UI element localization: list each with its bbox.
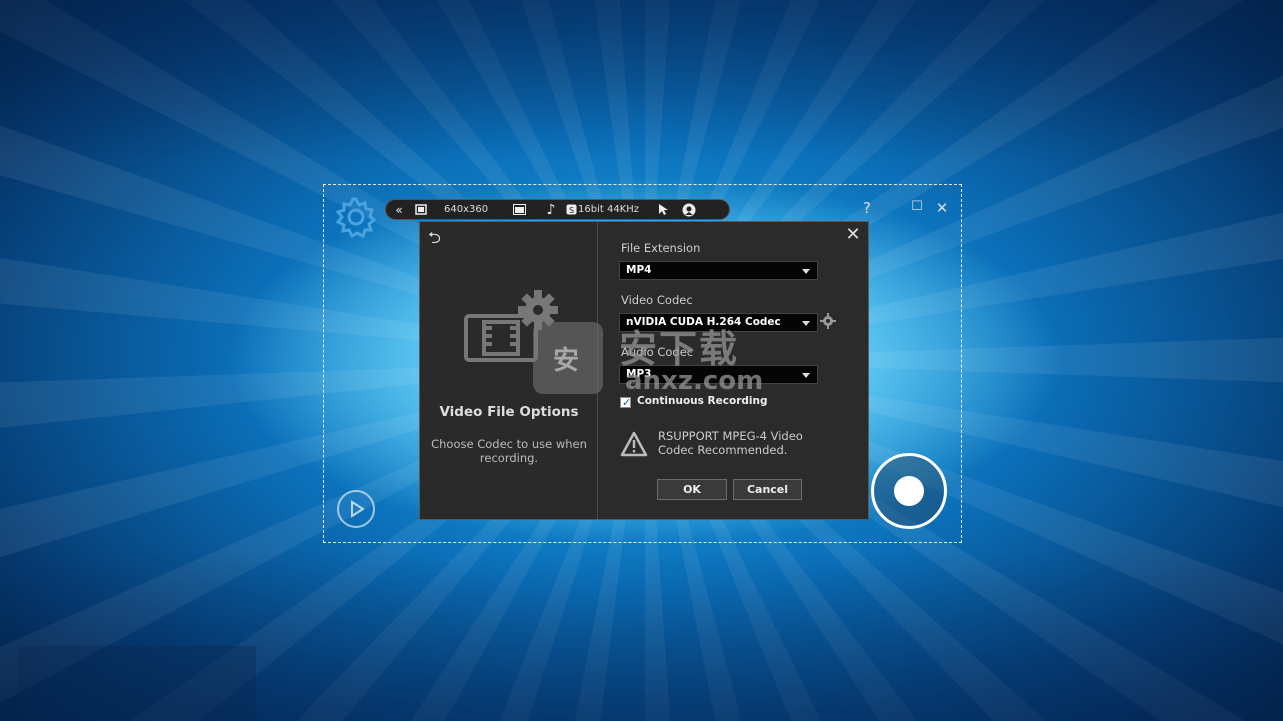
- codec-settings-gear-icon[interactable]: [820, 313, 836, 329]
- video-codec-value: nVIDIA CUDA H.264 Codec: [626, 316, 781, 328]
- chevron-down-icon: [802, 269, 810, 274]
- record-button[interactable]: [871, 453, 947, 529]
- file-extension-label: File Extension: [621, 241, 701, 255]
- dialog-divider: [597, 222, 598, 519]
- music-note-icon[interactable]: ♪: [540, 202, 562, 218]
- dialog-close-button[interactable]: ✕: [844, 226, 862, 244]
- resolution-text[interactable]: 640x360: [444, 204, 504, 215]
- warning-icon: [620, 431, 648, 457]
- play-button[interactable]: [337, 490, 375, 528]
- record-dot-icon: [894, 476, 924, 506]
- file-extension-select[interactable]: MP4: [619, 261, 818, 280]
- collapse-icon[interactable]: «: [388, 203, 410, 217]
- audio-source-icon[interactable]: S: [564, 204, 578, 215]
- video-codec-label: Video Codec: [621, 293, 693, 307]
- ok-button[interactable]: OK: [657, 479, 727, 500]
- cursor-icon[interactable]: [652, 203, 674, 216]
- video-codec-select[interactable]: nVIDIA CUDA H.264 Codec: [619, 313, 818, 332]
- audio-codec-select[interactable]: MP3: [619, 365, 818, 384]
- continuous-recording-checkbox[interactable]: ✓: [620, 396, 632, 409]
- left-panel-title: Video File Options: [439, 404, 579, 420]
- back-arrow-icon[interactable]: ⮌: [428, 227, 448, 247]
- svg-text:S: S: [569, 206, 574, 215]
- codec-recommendation-text: RSUPPORT MPEG-4 Video Codec Recommended.: [658, 429, 803, 457]
- cancel-button[interactable]: Cancel: [733, 479, 802, 500]
- play-icon: [351, 500, 365, 518]
- audio-codec-value: MP3: [626, 368, 652, 380]
- desktop-corner-area: [18, 646, 256, 721]
- chevron-down-icon: [802, 373, 810, 378]
- recorder-toolbar: « 640x360 ♪ S 16bit 44KHz: [385, 199, 730, 220]
- continuous-recording-label[interactable]: Continuous Recording: [637, 395, 768, 407]
- audio-format-text[interactable]: 16bit 44KHz: [578, 204, 646, 215]
- help-button[interactable]: ?: [858, 199, 876, 217]
- chevron-down-icon: [802, 321, 810, 326]
- settings-gear-icon[interactable]: [335, 196, 377, 238]
- background-shade-top: [0, 0, 1283, 160]
- webcam-icon[interactable]: [678, 203, 700, 217]
- checkmark-icon: ✓: [622, 396, 632, 409]
- audio-codec-label: Audio Codec: [621, 345, 694, 359]
- maximize-button[interactable]: ☐: [908, 199, 926, 214]
- overlay-icon[interactable]: [508, 204, 530, 215]
- file-extension-value: MP4: [626, 264, 652, 276]
- left-panel-description: Choose Codec to use when recording.: [431, 437, 587, 465]
- video-file-settings-icon: [464, 290, 558, 362]
- screen-size-icon[interactable]: [410, 204, 432, 215]
- close-window-button[interactable]: ✕: [933, 199, 951, 217]
